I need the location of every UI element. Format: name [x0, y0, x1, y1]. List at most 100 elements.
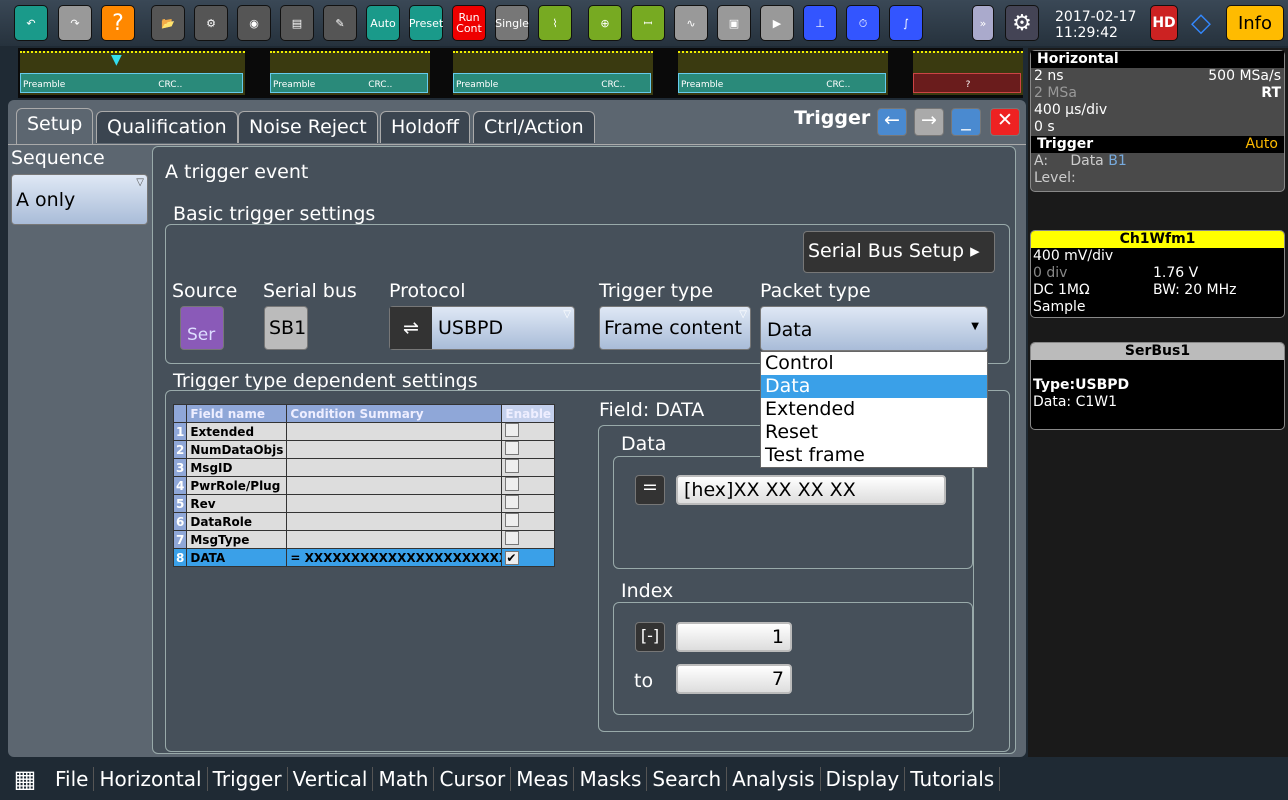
tab-noise-reject[interactable]: Noise Reject [238, 111, 378, 143]
tab-ctrl-action[interactable]: Ctrl/Action [473, 111, 595, 143]
menu-meas[interactable]: Meas [511, 766, 575, 791]
serbus-panel[interactable]: SerBus1 Type:USBPD Data: C1W1 [1030, 342, 1285, 430]
menu-masks[interactable]: Masks [574, 766, 648, 791]
tab-holdoff[interactable]: Holdoff [380, 111, 470, 143]
enable-checkbox[interactable] [505, 459, 520, 473]
measure-icon[interactable]: ▶ [760, 5, 794, 41]
index-to-input[interactable]: 7 [676, 664, 792, 694]
ch1-panel[interactable]: Ch1Wfm1 400 mV/div 0 div 1.76 V DC 1MΩ BW:… [1030, 230, 1285, 318]
enable-checkbox[interactable] [505, 423, 520, 437]
source-select[interactable]: Ser [180, 306, 224, 350]
enable-checkbox[interactable] [505, 531, 520, 545]
settings-gear-icon[interactable]: ⚙ [1005, 5, 1039, 41]
menu-horizontal[interactable]: Horizontal [94, 766, 208, 791]
trigger-type-select[interactable]: Frame content ▽ [599, 306, 751, 350]
apps-grid-icon[interactable]: ▦ [0, 765, 50, 793]
menu-file[interactable]: File [50, 766, 95, 791]
menu-analysis[interactable]: Analysis [727, 766, 821, 791]
mask-icon[interactable]: ∿ [674, 5, 708, 41]
menu-math[interactable]: Math [373, 766, 435, 791]
timer-icon[interactable]: ⏱ [846, 5, 880, 41]
menu-trigger[interactable]: Trigger [208, 766, 288, 791]
enable-checkbox[interactable] [505, 477, 520, 491]
row-number: 2 [172, 440, 188, 459]
save-settings-icon[interactable]: ⚙ [194, 5, 228, 41]
right-panel: Horizontal 2 ns 500 MSa/s 2 MSa RT 400 µs/… [1028, 48, 1288, 757]
enable-checkbox[interactable]: ✔ [505, 550, 520, 565]
menu-tutorials[interactable]: Tutorials [905, 766, 1001, 791]
signal-icon[interactable]: ⌇ [538, 5, 572, 41]
back-arrow-icon[interactable]: ← [877, 108, 907, 136]
zoom-icon[interactable]: ⊕ [588, 5, 622, 41]
col-field-name: Field name [186, 404, 288, 423]
single-button[interactable]: Single [495, 5, 529, 41]
table-row[interactable]: 8DATA= XXXXXXXXXXXXXXXXXXXXXXXX✔ [172, 548, 556, 567]
help-button[interactable]: ? [101, 5, 135, 41]
preset-button[interactable]: Preset [409, 5, 443, 41]
serbus-data: Data: C1W1 [1033, 394, 1118, 410]
sequence-select[interactable]: A only ▽ [11, 174, 148, 225]
tab-qualification[interactable]: Qualification [96, 111, 238, 143]
trigger-source: B1 [1108, 153, 1127, 169]
time-scale: 400 µs/div [1034, 102, 1108, 118]
data-operator-select[interactable]: = [635, 475, 665, 505]
bus-icon[interactable]: ∫ [889, 5, 923, 41]
enable-checkbox[interactable] [505, 441, 520, 455]
enable-checkbox[interactable] [505, 513, 520, 527]
close-button[interactable]: ✕ [990, 108, 1020, 136]
table-row[interactable]: 4 PwrRole/Plug [172, 476, 556, 495]
table-row[interactable]: 7 MsgType [172, 530, 556, 549]
hd-badge[interactable]: HD [1150, 5, 1178, 41]
table-row[interactable]: 2 NumDataObjs [172, 440, 556, 459]
protocol-select[interactable]: ⇌ USBPD ▽ [389, 306, 575, 350]
trigger-marker-icon[interactable]: ▼ [111, 52, 122, 68]
ch1-position: 0 div [1033, 265, 1068, 281]
undo-button[interactable]: ↶ [14, 5, 48, 41]
packet-type-dropdown[interactable]: Control Data Extended Reset Test frame [760, 351, 988, 468]
minimize-button[interactable]: _ [951, 108, 981, 136]
open-icon[interactable]: 📂 [151, 5, 185, 41]
dropdown-option[interactable]: Reset [761, 421, 987, 444]
index-operator-select[interactable]: [-] [635, 622, 665, 652]
dropdown-option[interactable]: Data [761, 375, 987, 398]
binoculars-icon[interactable]: ꟷ [631, 5, 665, 41]
menu-search[interactable]: Search [647, 766, 728, 791]
forward-arrow-icon[interactable]: → [914, 108, 944, 136]
histogram-icon[interactable]: ▣ [717, 5, 751, 41]
serial-bus-select[interactable]: SB1 [264, 306, 308, 350]
report-icon[interactable]: ▤ [280, 5, 314, 41]
dropdown-option[interactable]: Extended [761, 398, 987, 421]
tab-setup[interactable]: Setup [16, 108, 94, 144]
field-table[interactable]: Field name Condition Summary Enable 1 Exten… [172, 404, 556, 567]
menu-vertical[interactable]: Vertical [288, 766, 374, 791]
run-cont-button[interactable]: Run Cont [452, 5, 486, 41]
redo-button[interactable]: ↷ [58, 5, 92, 41]
packet-type-select[interactable]: Data ▼ [760, 306, 988, 351]
data-value-input[interactable]: [hex]XX XX XX XX [676, 475, 946, 505]
trigger-mode: Auto [1245, 136, 1278, 152]
expand-button[interactable]: » [972, 5, 994, 41]
cursor-icon[interactable]: ⊥ [803, 5, 837, 41]
table-row[interactable]: 6 DataRole [172, 512, 556, 531]
index-from-input[interactable]: 1 [676, 622, 792, 652]
serial-bus-setup-button[interactable]: Serial Bus Setup ▸ [803, 231, 995, 273]
waveform-overview[interactable]: Preamble CRC.. Preamble CRC.. Preamble C… [18, 48, 1023, 98]
bus-frame: Preamble CRC.. [678, 73, 886, 93]
horizontal-panel[interactable]: Horizontal 2 ns 500 MSa/s 2 MSa RT 400 µs/… [1030, 50, 1285, 192]
table-row[interactable]: 1 Extended [172, 422, 556, 441]
enable-checkbox[interactable] [505, 495, 520, 509]
trigger-type-label: Trigger type [599, 280, 714, 302]
auto-button[interactable]: Auto [366, 5, 400, 41]
field-label: Field: DATA [599, 399, 705, 421]
condition-summary [286, 494, 503, 513]
table-row[interactable]: 3 MsgID [172, 458, 556, 477]
menu-display[interactable]: Display [821, 766, 906, 791]
bus-frame: ? [913, 73, 1021, 93]
table-row[interactable]: 5 Rev [172, 494, 556, 513]
dropdown-option[interactable]: Control [761, 352, 987, 375]
clear-icon[interactable]: ✎ [323, 5, 357, 41]
camera-icon[interactable]: ◉ [237, 5, 271, 41]
info-button[interactable]: Info [1226, 5, 1284, 41]
dropdown-option[interactable]: Test frame [761, 444, 987, 467]
menu-cursor[interactable]: Cursor [434, 766, 512, 791]
